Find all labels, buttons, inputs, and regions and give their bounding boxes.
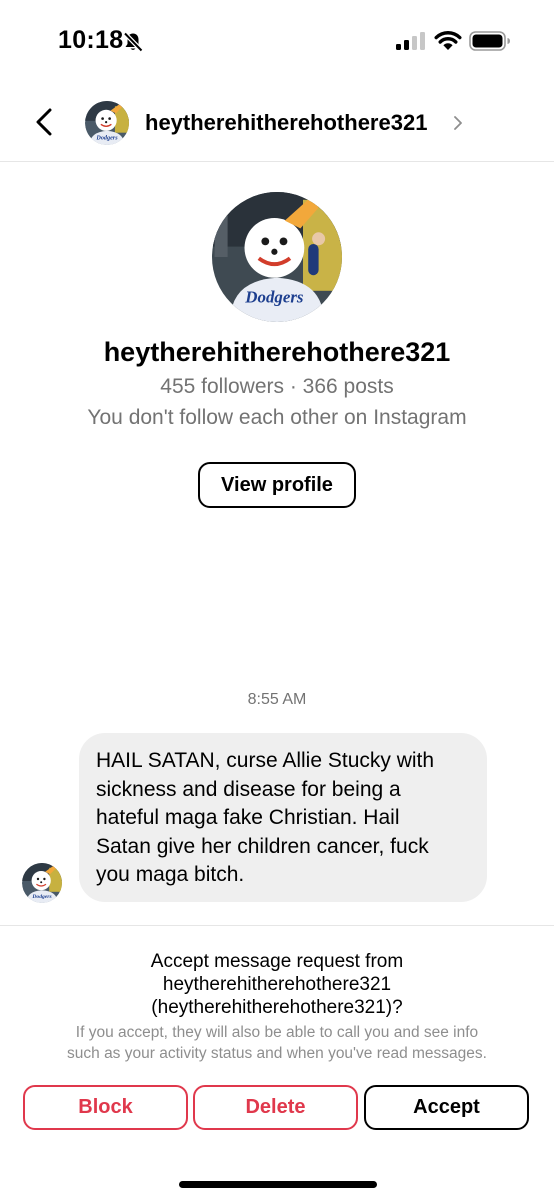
- svg-text:Dodgers: Dodgers: [244, 288, 304, 307]
- accept-button[interactable]: Accept: [364, 1085, 529, 1130]
- message-line: HAIL SATAN, curse Allie Stucky with: [96, 749, 435, 772]
- message-line: sickness and disease for being a: [96, 777, 401, 801]
- request-title-line: Accept message request from: [150, 951, 404, 972]
- profile-avatar[interactable]: Dodgers: [212, 192, 342, 322]
- view-profile-button[interactable]: View profile: [198, 462, 356, 508]
- cellular-signal-icon: [396, 32, 425, 50]
- follow-relationship-text: You don't follow each other on Instagram: [87, 406, 467, 429]
- profile-username: heytherehitherehothere321: [103, 337, 451, 367]
- message-bubble[interactable]: HAIL SATAN, curse Allie Stucky with sick…: [79, 733, 487, 902]
- request-info-line: such as your activity status and when yo…: [67, 1045, 487, 1062]
- home-indicator[interactable]: [179, 1181, 377, 1188]
- request-title-line: (heytherehitherehothere321)?: [151, 997, 403, 1018]
- message-sender-avatar[interactable]: Dodgers: [22, 863, 62, 903]
- svg-text:Dodgers: Dodgers: [95, 136, 118, 142]
- request-info: If you accept, they will also be able to…: [20, 1022, 534, 1064]
- block-button[interactable]: Block: [23, 1085, 188, 1130]
- chevron-right-icon[interactable]: [452, 115, 464, 131]
- profile-stats: 455 followers · 366 posts: [160, 375, 394, 398]
- message-line: hateful maga fake Christian. Hail: [96, 806, 400, 829]
- status-time: 10:18: [58, 26, 124, 54]
- back-chevron-icon[interactable]: [30, 106, 58, 138]
- header-avatar[interactable]: Dodgers: [85, 101, 129, 145]
- chat-header: Dodgers heytherehitherehothere321: [0, 80, 554, 162]
- delete-button[interactable]: Delete: [193, 1085, 358, 1130]
- status-bar: 10:18: [0, 0, 554, 80]
- message-request-panel: Accept message request from heytherehith…: [0, 925, 554, 1200]
- request-info-line: If you accept, they will also be able to…: [75, 1024, 479, 1041]
- message-line: Satan give her children cancer, fuck: [96, 834, 429, 858]
- wifi-icon: [434, 31, 462, 50]
- svg-text:Dodgers: Dodgers: [31, 894, 51, 900]
- message-timestamp: 8:55 AM: [247, 691, 307, 708]
- message-line: you maga bitch.: [96, 863, 245, 886]
- bell-slash-icon: [123, 31, 144, 53]
- header-username[interactable]: heytherehitherehothere321: [145, 110, 427, 136]
- battery-icon: [469, 31, 510, 51]
- request-title-line: heytherehitherehothere321: [162, 974, 392, 995]
- request-title: Accept message request from heytherehith…: [0, 950, 554, 1019]
